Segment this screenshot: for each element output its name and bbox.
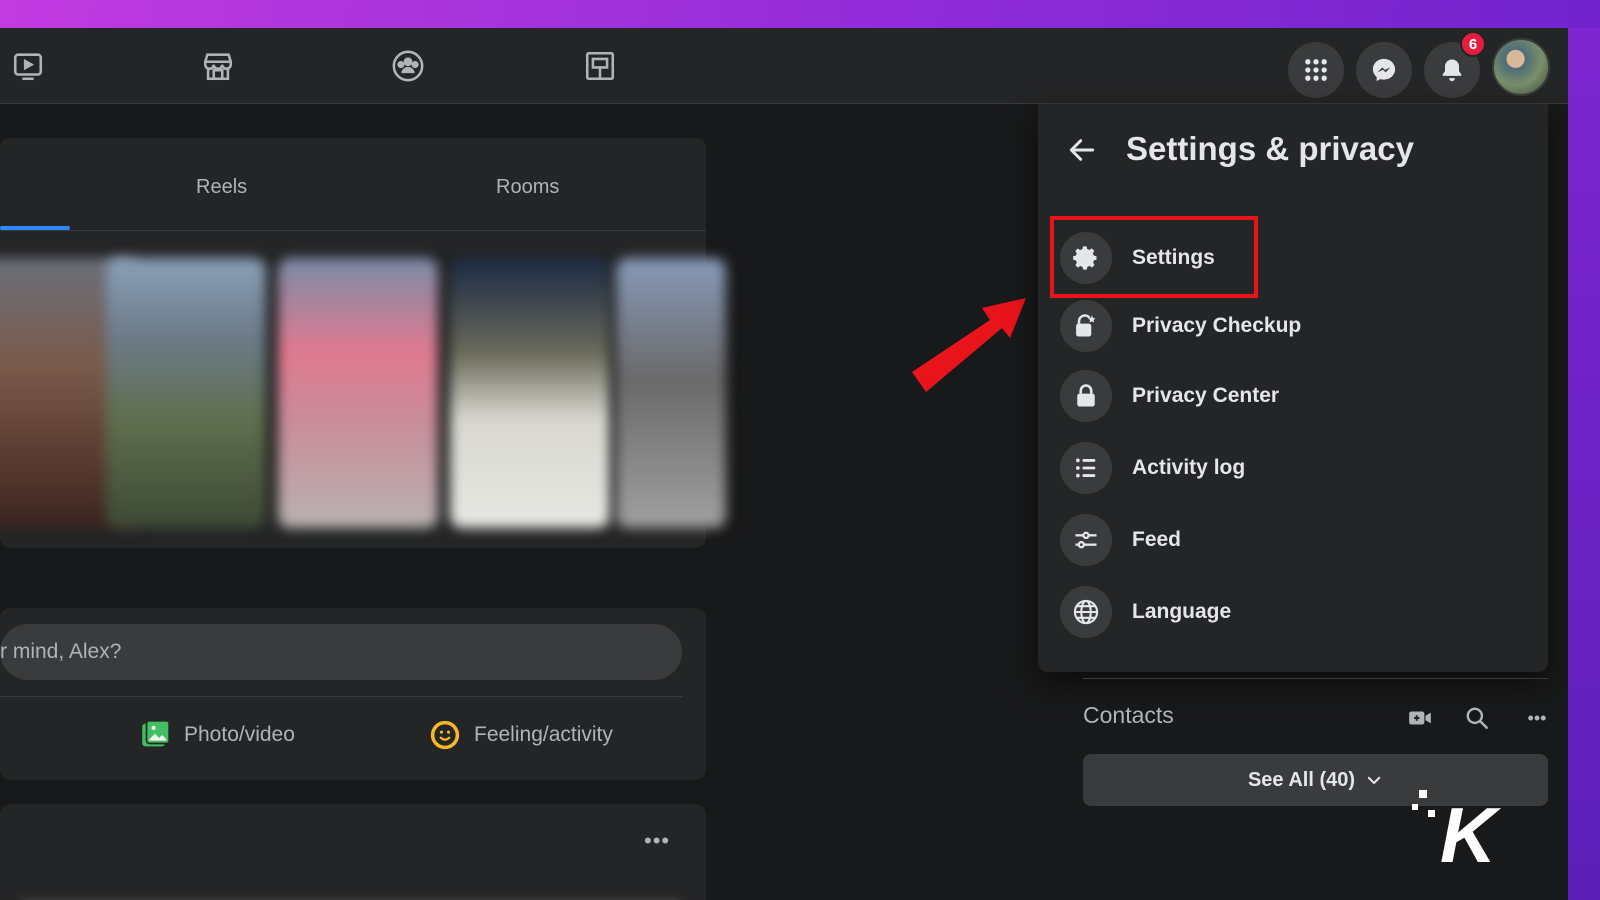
photo-video-label: Photo/video <box>184 723 295 746</box>
watermark-logo: K <box>1440 791 1497 879</box>
story-thumbnail[interactable] <box>106 258 266 528</box>
menu-label-settings: Settings <box>1132 246 1215 269</box>
feeling-activity-label: Feeling/activity <box>474 723 613 746</box>
lock-check-icon <box>1060 300 1112 352</box>
video-icon[interactable] <box>8 46 48 86</box>
menu-label-privacy-center: Privacy Center <box>1132 384 1280 407</box>
groups-icon[interactable] <box>388 46 428 86</box>
menu-item-privacy-checkup[interactable]: Privacy Checkup <box>1060 294 1530 358</box>
smiley-icon <box>430 720 460 750</box>
watermark-dot <box>1412 804 1418 810</box>
menu-item-settings[interactable]: Settings <box>1060 226 1530 290</box>
chevron-down-icon <box>1367 776 1381 784</box>
menu-label-language: Language <box>1132 600 1232 623</box>
tab-divider <box>0 230 706 231</box>
contacts-divider <box>1083 678 1548 679</box>
contacts-title: Contacts <box>1083 702 1174 728</box>
feed-post: ••• <box>0 804 706 900</box>
search-contacts-button[interactable] <box>1463 704 1491 732</box>
story-thumbnail[interactable] <box>450 258 610 528</box>
gaming-icon[interactable] <box>580 46 620 86</box>
photo-icon <box>142 719 171 747</box>
tab-rooms[interactable]: Rooms <box>496 176 559 199</box>
globe-icon <box>1060 586 1112 638</box>
contacts-more-button[interactable]: ••• <box>1522 704 1552 732</box>
search-icon <box>1466 707 1488 729</box>
list-icon <box>1060 442 1112 494</box>
new-room-button[interactable] <box>1406 704 1434 732</box>
tab-reels[interactable]: Reels <box>196 176 247 199</box>
bell-icon <box>1442 59 1462 82</box>
post-more-button[interactable]: ••• <box>644 828 670 854</box>
panel-title: Settings & privacy <box>1126 130 1414 167</box>
gear-icon <box>1060 232 1112 284</box>
settings-privacy-panel: Settings & privacy Settings Privacy Chec… <box>1038 104 1548 672</box>
notification-badge: 6 <box>1460 31 1486 57</box>
back-arrow-icon[interactable] <box>1066 134 1098 166</box>
menu-label-privacy-checkup: Privacy Checkup <box>1132 314 1302 337</box>
top-navigation-bar: 6 <box>0 28 1568 104</box>
stories-card: Reels Rooms <box>0 138 726 548</box>
see-all-label: See All (40) <box>1247 768 1356 791</box>
annotation-arrow <box>912 298 1026 392</box>
menu-label-feed: Feed <box>1132 528 1182 551</box>
menu-button[interactable] <box>1288 42 1344 98</box>
marketplace-icon[interactable] <box>198 46 238 86</box>
composer-divider <box>0 696 682 697</box>
profile-avatar[interactable] <box>1492 38 1550 96</box>
story-thumbnail[interactable] <box>278 258 438 528</box>
video-camera-icon <box>1409 711 1431 725</box>
photo-video-button[interactable]: Photo/video <box>138 718 295 752</box>
menu-item-language[interactable]: Language <box>1060 580 1530 644</box>
lock-icon <box>1060 370 1112 422</box>
menu-item-activity-log[interactable]: Activity log <box>1060 436 1530 500</box>
composer-input[interactable]: r mind, Alex? <box>0 624 682 680</box>
facebook-app: 6 Reels Rooms r mind, Alex? Photo/video … <box>0 28 1568 900</box>
sliders-icon <box>1060 514 1112 566</box>
watermark-dot <box>1419 790 1427 798</box>
watermark-dot <box>1428 810 1435 817</box>
story-thumbnail[interactable] <box>616 258 726 528</box>
post-composer: r mind, Alex? Photo/video Feeling/activi… <box>0 608 706 780</box>
feeling-activity-button[interactable]: Feeling/activity <box>428 718 613 752</box>
menu-item-privacy-center[interactable]: Privacy Center <box>1060 364 1530 428</box>
messenger-icon <box>1372 58 1396 82</box>
menu-label-activity-log: Activity log <box>1132 456 1246 479</box>
background-edge <box>1568 28 1600 900</box>
messenger-button[interactable] <box>1356 42 1412 98</box>
grid-icon <box>1305 59 1327 81</box>
menu-item-feed[interactable]: Feed <box>1060 508 1530 572</box>
